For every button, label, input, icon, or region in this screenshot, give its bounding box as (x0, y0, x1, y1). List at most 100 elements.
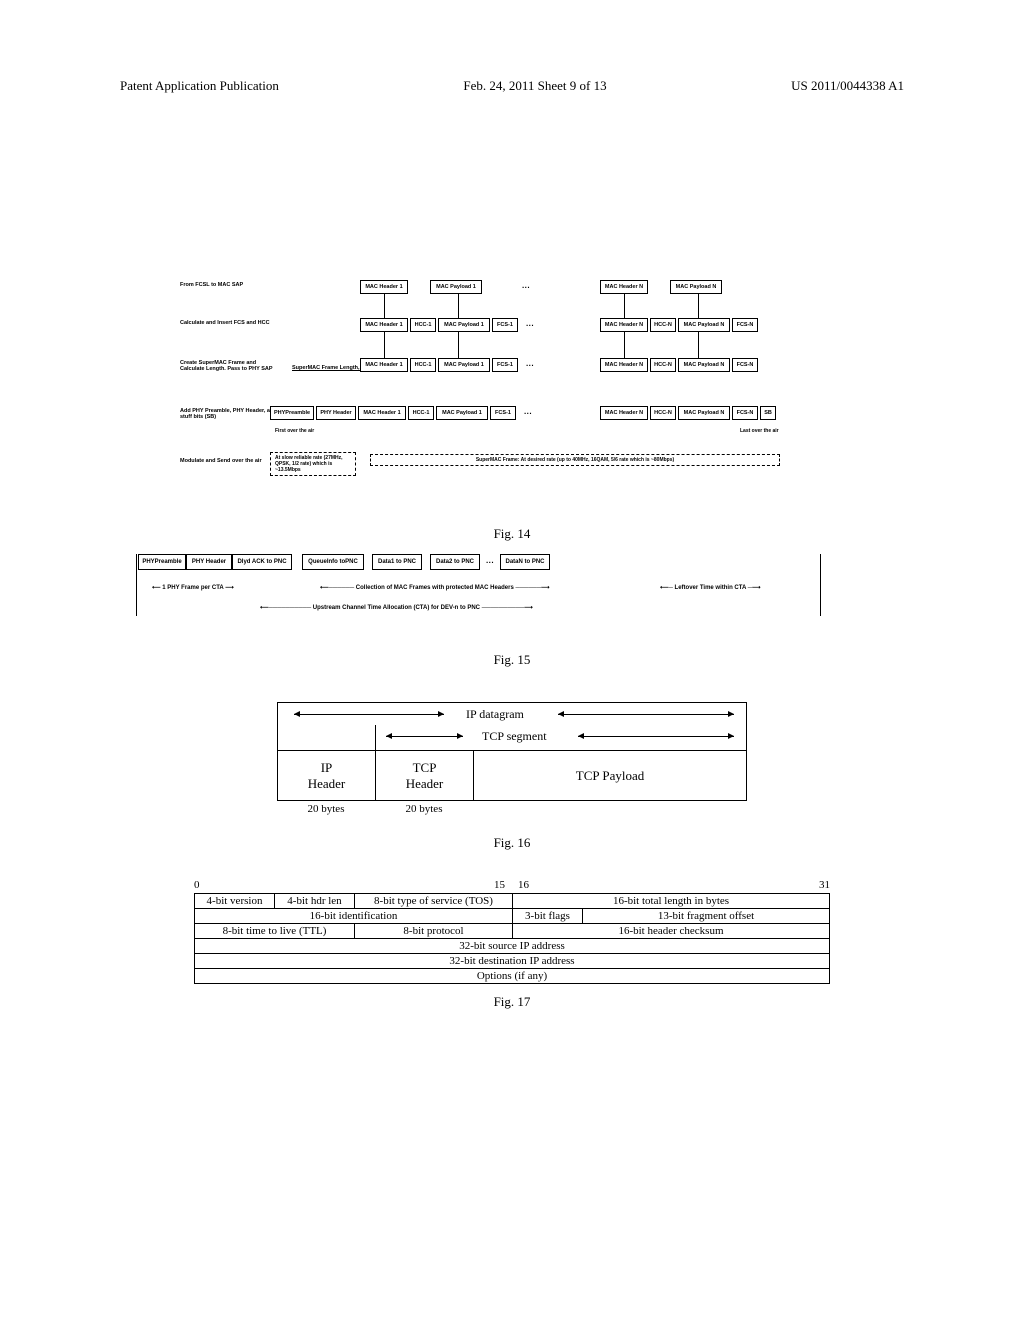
collection-label: ⟵────── Collection of MAC Frames with pr… (320, 584, 550, 591)
cell-checksum: 16-bit header checksum (513, 924, 830, 939)
cell-version: 4-bit version (195, 894, 275, 909)
last-over-air: Last over the air (740, 428, 779, 434)
header-center: Feb. 24, 2011 Sheet 9 of 13 (463, 78, 606, 94)
fig14-row1-label: From FCSL to MAC SAP (180, 282, 280, 288)
table-row: Options (if any) (195, 969, 830, 984)
connector-line (458, 332, 459, 358)
ip-header-table: 4-bit version 4-bit hdr len 8-bit type o… (194, 893, 830, 984)
cell-fragoff: 13-bit fragment offset (583, 909, 830, 924)
hcc-n-d: HCC-N (650, 406, 676, 420)
slow-rate-box: At slow reliable rate (27MHz, QPSK, 1/2 … (270, 452, 356, 476)
queueinfo-15: QueueInfo toPNC (302, 554, 364, 570)
cell-options: Options (if any) (195, 969, 830, 984)
phy-preamble-d: PHYPreamble (270, 406, 314, 420)
fcs-1-c: FCS-1 (492, 358, 518, 372)
cell-proto: 8-bit protocol (355, 924, 513, 939)
table-row: 8-bit time to live (TTL) 8-bit protocol … (195, 924, 830, 939)
data2-15: Data2 to PNC (430, 554, 480, 570)
cell-hdrlen: 4-bit hdr len (275, 894, 355, 909)
mac-payload-1-d: MAC Payload 1 (436, 406, 488, 420)
connector-line (698, 294, 699, 318)
table-row: 16-bit identification 3-bit flags 13-bit… (195, 909, 830, 924)
connector-line (458, 294, 459, 318)
collection-text: Collection of MAC Frames with protected … (356, 585, 514, 591)
tcp-segment-label: TCP segment (482, 729, 547, 744)
tcp-header-text: TCP Header (380, 760, 469, 791)
vline (375, 725, 376, 751)
tcp-payload-text: TCP Payload (478, 768, 742, 784)
fig14-row4-blocks: PHYPreamble PHY Header MAC Header 1 HCC-… (270, 406, 538, 420)
table-row: 32-bit destination IP address (195, 954, 830, 969)
header-left: Patent Application Publication (120, 78, 279, 94)
mac-header-n: MAC Header N (600, 280, 648, 294)
first-over-air: First over the air (275, 428, 314, 434)
hcc-n-c: HCC-N (650, 358, 676, 372)
mac-payload-n: MAC Payload N (670, 280, 722, 294)
figure-17: 0 15 16 31 4-bit version 4-bit hdr len 8… (194, 879, 830, 984)
tcp-header-cell: TCP Header (376, 751, 474, 800)
ellipsis-icon: ··· (480, 554, 500, 570)
fcs-1-d: FCS-1 (490, 406, 516, 420)
fig14-row1-right-blocks: MAC Header N MAC Payload N (600, 280, 722, 294)
ellipsis-icon: ··· (520, 358, 540, 372)
page-header: Patent Application Publication Feb. 24, … (120, 78, 904, 94)
header-right: US 2011/0044338 A1 (791, 78, 904, 94)
fig14-row2-right-blocks: MAC Header N HCC-N MAC Payload N FCS-N (600, 318, 758, 332)
tcp-payload-cell: TCP Payload (474, 751, 746, 800)
fig14-row4-label: Add PHY Preamble, PHY Header, and stuff … (180, 408, 280, 420)
mac-header-1-d: MAC Header 1 (358, 406, 406, 420)
fig14-row5-label: Modulate and Send over the air (180, 458, 280, 464)
tcp-arrow-right (578, 736, 734, 737)
hcc-1-b: HCC-1 (410, 318, 436, 332)
table-row: 32-bit source IP address (195, 939, 830, 954)
ip-arrow-right (558, 714, 734, 715)
ip-arrow-left (294, 714, 444, 715)
figure-14: From FCSL to MAC SAP MAC Header 1 MAC Pa… (120, 280, 904, 520)
mac-header-n-b: MAC Header N (600, 318, 648, 332)
fig16-caption: Fig. 16 (120, 835, 904, 851)
mac-payload-n-c: MAC Payload N (678, 358, 730, 372)
bytes-1: 20 bytes (277, 803, 375, 815)
fig14-row2-label: Calculate and Insert FCS and HCC (180, 320, 280, 326)
fig17-caption: Fig. 17 (120, 994, 904, 1010)
fig14-row4-right-blocks: MAC Header N HCC-N MAC Payload N FCS-N S… (600, 406, 776, 420)
cell-ttl: 8-bit time to live (TTL) (195, 924, 355, 939)
cell-srcip: 32-bit source IP address (195, 939, 830, 954)
vline (136, 554, 137, 616)
mac-header-n-d: MAC Header N (600, 406, 648, 420)
bytes-2: 20 bytes (375, 803, 473, 815)
fcs-1-b: FCS-1 (492, 318, 518, 332)
tcp-arrow-left (386, 736, 463, 737)
datan-15: DataN to PNC (500, 554, 550, 570)
hcc-1-d: HCC-1 (408, 406, 434, 420)
bit-0: 0 (194, 879, 200, 891)
fig14-row3-left-blocks: MAC Header 1 HCC-1 MAC Payload 1 FCS-1 ·… (360, 358, 540, 372)
ip-header-cell: IP Header (278, 751, 376, 800)
fig14-row2-left-blocks: MAC Header 1 HCC-1 MAC Payload 1 FCS-1 ·… (360, 318, 540, 332)
bit-15: 15 (494, 879, 505, 891)
mac-payload-1-b: MAC Payload 1 (438, 318, 490, 332)
mac-payload-n-d: MAC Payload N (678, 406, 730, 420)
super-rate-box: SuperMAC Frame: At desired rate (up to 4… (370, 454, 780, 466)
fig14-caption: Fig. 14 (120, 526, 904, 542)
cell-flags: 3-bit flags (513, 909, 583, 924)
leftover-label: ⟵─ Leftover Time within CTA ─⟶ (660, 584, 761, 591)
mac-header-1-c: MAC Header 1 (360, 358, 408, 372)
cell-dstip: 32-bit destination IP address (195, 954, 830, 969)
phy-header-d: PHY Header (316, 406, 356, 420)
fcs-n-c: FCS-N (732, 358, 758, 372)
fig15-caption: Fig. 15 (120, 652, 904, 668)
mac-header-n-c: MAC Header N (600, 358, 648, 372)
bit-31: 31 (819, 879, 830, 891)
connector-line (384, 294, 385, 318)
mac-payload-n-b: MAC Payload N (678, 318, 730, 332)
connector-line (698, 332, 699, 358)
leftover-text: Leftover Time within CTA (675, 585, 747, 591)
fig14-row1-left-blocks: MAC Header 1 MAC Payload 1 ··· (360, 280, 536, 294)
ip-header-text: IP Header (282, 760, 371, 791)
mac-header-1-b: MAC Header 1 (360, 318, 408, 332)
dlyd-ack-15: Dlyd ACK to PNC (232, 554, 292, 570)
content-area: From FCSL to MAC SAP MAC Header 1 MAC Pa… (120, 280, 904, 1022)
mac-payload-1-c: MAC Payload 1 (438, 358, 490, 372)
vline (820, 554, 821, 616)
